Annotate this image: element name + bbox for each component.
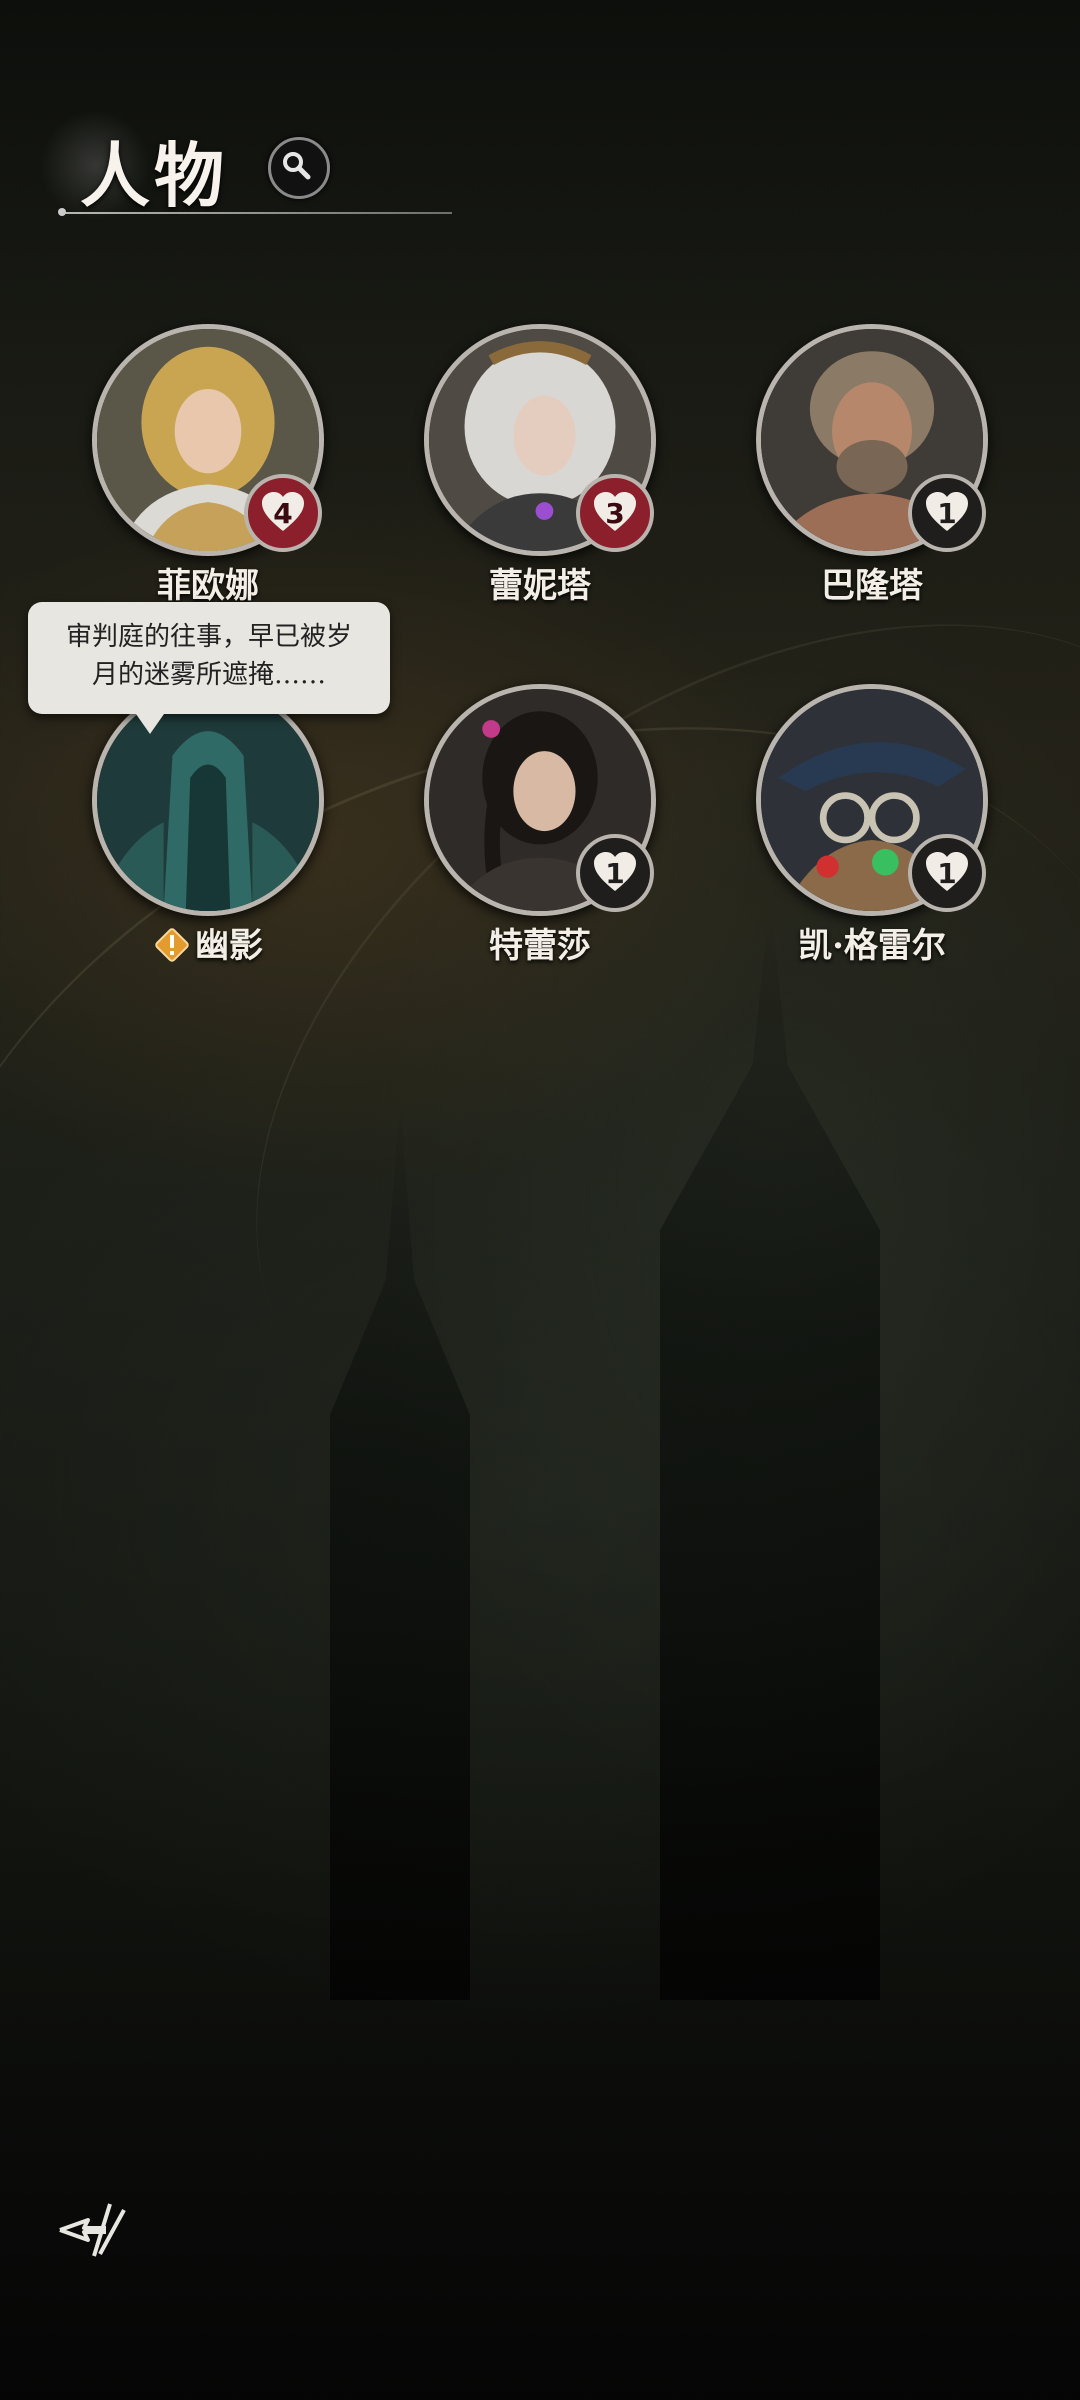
header-divider [62, 212, 452, 214]
character-name: 蕾妮塔 [489, 566, 591, 606]
character-card-kai-grell[interactable]: 1 凯·格雷尔 [756, 684, 996, 984]
page-title: 人物 [80, 134, 228, 217]
character-card-shadow[interactable]: 幽影 [92, 684, 332, 984]
affinity-badge: 1 [576, 834, 654, 912]
character-tooltip: 审判庭的往事，早已被岁 月的迷雾所遮掩…… [28, 602, 390, 734]
alert-icon [155, 928, 189, 962]
tooltip-line-2: 月的迷雾所遮掩…… [91, 660, 326, 690]
character-card-theresa[interactable]: 1 特蕾莎 [424, 684, 664, 984]
affinity-level: 1 [937, 496, 957, 530]
character-card-fiona[interactable]: 4 菲欧娜 [92, 324, 332, 624]
character-card-baronta[interactable]: 1 巴隆塔 [756, 324, 996, 624]
page-header: 人物 [40, 110, 460, 220]
affinity-level: 1 [605, 856, 625, 890]
character-name: 巴隆塔 [821, 566, 923, 606]
character-name: 菲欧娜 [157, 566, 259, 606]
back-button[interactable] [54, 2198, 144, 2262]
character-name: 凯·格雷尔 [798, 926, 946, 966]
affinity-level: 1 [937, 856, 957, 890]
affinity-badge: 3 [576, 474, 654, 552]
character-portrait [92, 684, 324, 916]
affinity-badge: 1 [908, 834, 986, 912]
character-name: 幽影 [195, 926, 263, 966]
affinity-badge: 1 [908, 474, 986, 552]
tooltip-line-1: 审判庭的往事，早已被岁 [65, 622, 352, 652]
character-card-renita[interactable]: 3 蕾妮塔 [424, 324, 664, 624]
search-button[interactable] [268, 137, 330, 199]
affinity-level: 4 [273, 496, 293, 530]
portrait-image [97, 689, 319, 911]
search-icon [283, 152, 311, 180]
back-arrow-icon [59, 2203, 126, 2257]
affinity-level: 3 [605, 496, 625, 530]
affinity-badge: 4 [244, 474, 322, 552]
character-name: 特蕾莎 [489, 926, 591, 966]
character-name-row: 幽影 [92, 918, 324, 967]
